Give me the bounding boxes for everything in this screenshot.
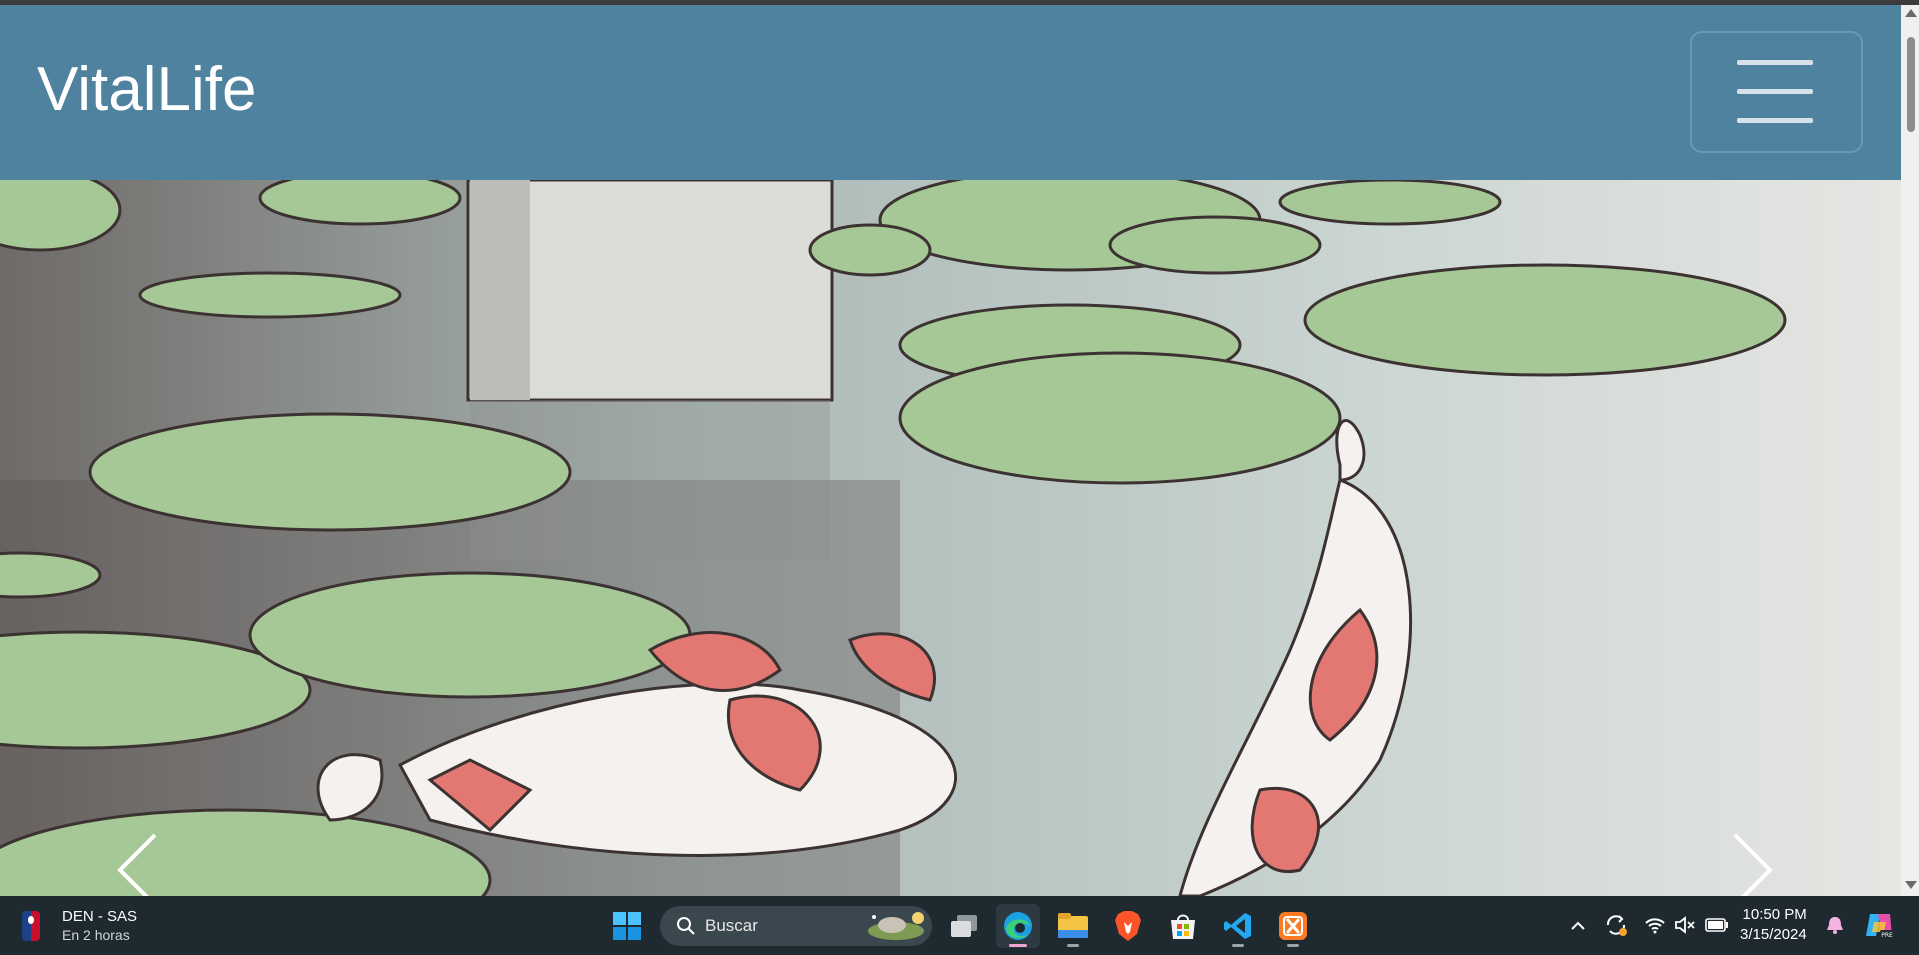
nba-logo-icon <box>22 911 40 941</box>
file-explorer-icon <box>1058 913 1088 938</box>
widgets-button[interactable]: DEN - SAS En 2 horas <box>22 905 137 947</box>
task-view-icon <box>951 915 977 937</box>
brave-taskbar-button[interactable] <box>1106 904 1150 948</box>
carousel-prev-button[interactable] <box>110 830 170 896</box>
vscode-icon <box>1224 913 1251 939</box>
vertical-scrollbar[interactable] <box>1901 5 1919 896</box>
clock-time: 10:50 PM <box>1742 906 1807 923</box>
running-indicator <box>1067 944 1079 947</box>
windows-start-icon <box>613 912 641 940</box>
svg-text:PRE: PRE <box>1881 932 1893 939</box>
task-view-button[interactable] <box>942 904 986 948</box>
browser-viewport: VitalLife <box>0 5 1901 896</box>
network-button[interactable] <box>1642 910 1668 940</box>
scroll-thumb[interactable] <box>1907 37 1915 132</box>
koi-pond-image <box>0 180 1901 896</box>
sync-status-button[interactable] <box>1602 910 1630 940</box>
copilot-button[interactable]: PRE <box>1862 910 1896 940</box>
hero-carousel <box>0 180 1901 896</box>
sync-icon <box>1606 915 1627 936</box>
xampp-taskbar-button[interactable] <box>1271 904 1315 948</box>
volume-muted-icon <box>1675 916 1695 934</box>
widget-title: DEN - SAS <box>62 908 138 925</box>
brave-icon <box>1115 911 1141 941</box>
running-indicator <box>1232 944 1244 947</box>
scroll-up-arrow-icon[interactable] <box>1905 9 1917 17</box>
search-placeholder: Buscar <box>705 916 758 935</box>
chevron-left-icon <box>117 833 157 896</box>
hamburger-icon-bar <box>1737 89 1813 94</box>
navbar: VitalLife <box>0 5 1901 180</box>
volume-button[interactable] <box>1672 910 1698 940</box>
search-icon <box>677 917 695 935</box>
clock-button[interactable]: 10:50 PM 3/15/2024 <box>1740 905 1807 945</box>
menu-toggle-button[interactable] <box>1690 31 1863 153</box>
hamburger-icon-bar <box>1737 118 1813 123</box>
start-button[interactable] <box>605 904 649 948</box>
show-hidden-icons-button[interactable] <box>1566 910 1590 940</box>
edge-icon <box>1004 912 1032 940</box>
running-indicator <box>1287 944 1299 947</box>
search-highlight-icon <box>868 912 924 940</box>
copilot-icon: PRE <box>1866 914 1894 939</box>
taskbar: DEN - SAS En 2 horas Buscar 10:50 PM 3/1… <box>0 896 1919 955</box>
scroll-down-arrow-icon[interactable] <box>1905 881 1917 889</box>
store-icon <box>1171 914 1195 939</box>
battery-button[interactable] <box>1702 910 1732 940</box>
site-brand[interactable]: VitalLife <box>37 59 256 121</box>
vscode-taskbar-button[interactable] <box>1216 904 1260 948</box>
file-explorer-taskbar-button[interactable] <box>1051 904 1095 948</box>
hamburger-icon <box>1737 60 1813 65</box>
active-indicator <box>1009 944 1027 947</box>
bell-icon <box>1827 917 1843 934</box>
clock-date: 3/15/2024 <box>1740 926 1807 943</box>
store-taskbar-button[interactable] <box>1161 904 1205 948</box>
battery-icon <box>1705 918 1728 932</box>
notifications-button[interactable] <box>1822 910 1848 940</box>
wifi-icon <box>1645 918 1665 934</box>
widget-subtitle: En 2 horas <box>62 927 130 943</box>
taskbar-search-box[interactable]: Buscar <box>660 906 932 946</box>
edge-taskbar-button[interactable] <box>996 904 1040 948</box>
chevron-right-icon <box>1733 833 1773 896</box>
xampp-icon <box>1279 912 1307 940</box>
chevron-up-icon <box>1571 921 1585 930</box>
carousel-next-button[interactable] <box>1720 830 1780 896</box>
